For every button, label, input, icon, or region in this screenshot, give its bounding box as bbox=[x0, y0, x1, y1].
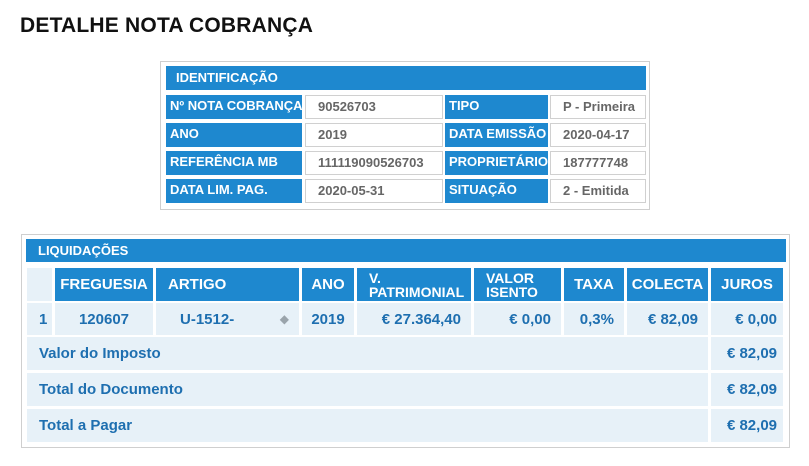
col-ano: ANO bbox=[302, 268, 354, 301]
valor-imposto-value: € 82,09 bbox=[711, 337, 783, 370]
col-artigo: ARTIGO bbox=[156, 268, 299, 301]
col-v-patrimonial-line2: PATRIMONIAL bbox=[369, 283, 465, 300]
cell-colecta: € 82,09 bbox=[627, 303, 708, 335]
data-lim-pag-value: 2020-05-31 bbox=[305, 179, 443, 203]
col-freguesia: FREGUESIA bbox=[55, 268, 153, 301]
col-valor-isento: VALOR ISENTO bbox=[474, 268, 561, 301]
col-taxa: TAXA bbox=[564, 268, 624, 301]
referencia-mb-value: 111119090526703 bbox=[305, 151, 443, 175]
cell-artigo-text: U-1512- bbox=[180, 310, 235, 328]
proprietario-value: 187777748 bbox=[550, 151, 646, 175]
ano-value: 2019 bbox=[305, 123, 443, 147]
cell-freguesia: 120607 bbox=[55, 303, 153, 335]
row-number: 1 bbox=[27, 303, 52, 335]
valor-imposto-label: Valor do Imposto bbox=[27, 337, 708, 370]
cell-v-patrimonial: € 27.364,40 bbox=[357, 303, 471, 335]
total-pagar-value: € 82,09 bbox=[711, 409, 783, 442]
col-colecta: COLECTA bbox=[627, 268, 708, 301]
col-valor-isento-line2: ISENTO bbox=[486, 283, 538, 300]
data-emissao-label: DATA EMISSÃO bbox=[445, 123, 548, 147]
nota-cobranca-label: Nº NOTA COBRANÇA bbox=[166, 95, 302, 119]
total-documento-value: € 82,09 bbox=[711, 373, 783, 406]
proprietario-label: PROPRIETÁRIO bbox=[445, 151, 548, 175]
nota-cobranca-value: 90526703 bbox=[305, 95, 443, 119]
attachment-icon[interactable]: ◆ bbox=[280, 312, 289, 326]
cell-valor-isento: € 0,00 bbox=[474, 303, 561, 335]
identificacao-header: IDENTIFICAÇÃO bbox=[166, 66, 646, 90]
situacao-label: SITUAÇÃO bbox=[445, 179, 548, 203]
cell-artigo: U-1512- ◆ bbox=[156, 303, 299, 335]
referencia-mb-label: REFERÊNCIA MB bbox=[166, 151, 302, 175]
ano-label: ANO bbox=[166, 123, 302, 147]
col-juros: JUROS bbox=[711, 268, 783, 301]
data-lim-pag-label: DATA LIM. PAG. bbox=[166, 179, 302, 203]
col-v-patrimonial-line1: V. bbox=[369, 269, 381, 286]
row-number-header bbox=[27, 268, 52, 301]
cell-ano: 2019 bbox=[302, 303, 354, 335]
cell-taxa: 0,3% bbox=[564, 303, 624, 335]
total-pagar-label: Total a Pagar bbox=[27, 409, 708, 442]
liquidacoes-panel: LIQUIDAÇÕES FREGUESIA ARTIGO ANO V. PATR… bbox=[21, 234, 790, 448]
liquidacoes-header: LIQUIDAÇÕES bbox=[26, 239, 786, 262]
col-v-patrimonial: V. PATRIMONIAL bbox=[357, 268, 471, 301]
page-title: DETALHE NOTA COBRANÇA bbox=[20, 14, 314, 37]
total-documento-label: Total do Documento bbox=[27, 373, 708, 406]
col-valor-isento-line1: VALOR bbox=[486, 269, 534, 286]
data-emissao-value: 2020-04-17 bbox=[550, 123, 646, 147]
situacao-value: 2 - Emitida bbox=[550, 179, 646, 203]
identificacao-panel: IDENTIFICAÇÃO Nº NOTA COBRANÇA 90526703 … bbox=[160, 61, 650, 210]
cell-juros: € 0,00 bbox=[711, 303, 783, 335]
tipo-label: TIPO bbox=[445, 95, 548, 119]
tipo-value: P - Primeira bbox=[550, 95, 646, 119]
